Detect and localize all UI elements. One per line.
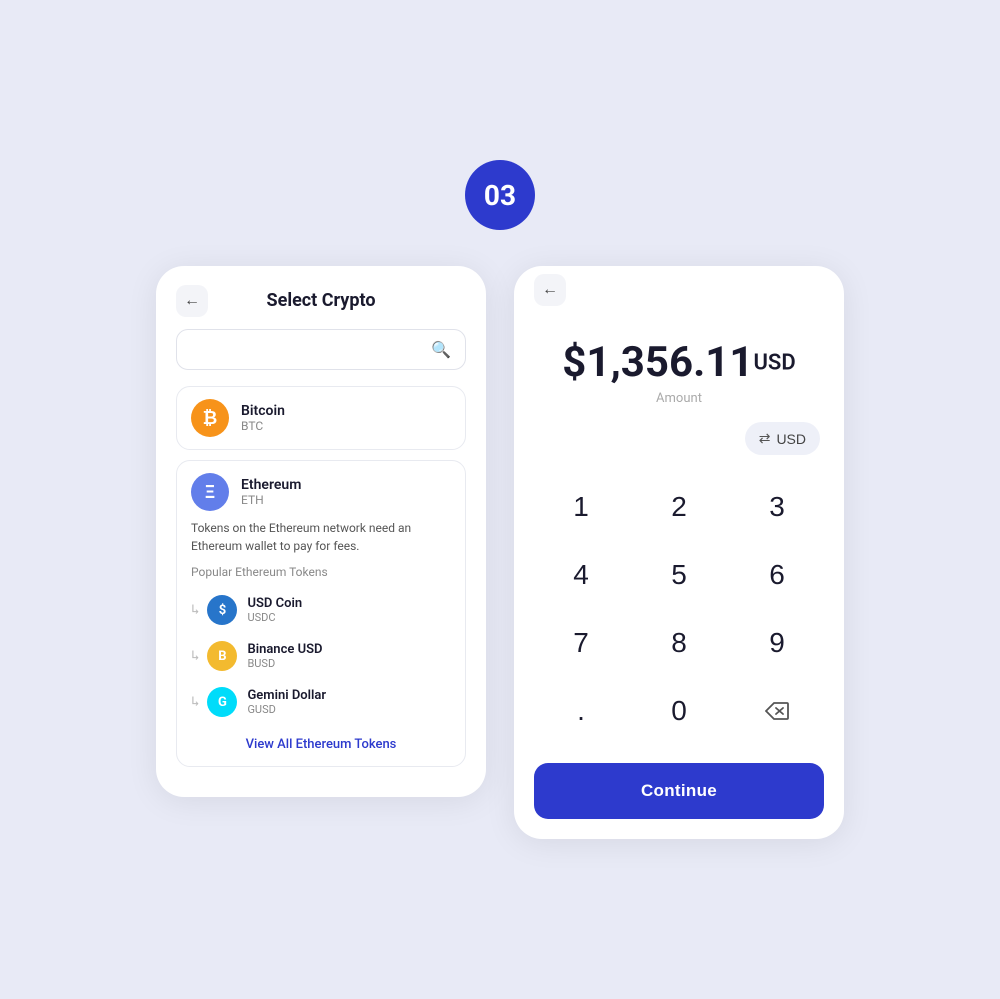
view-all-link[interactable]: View All Ethereum Tokens	[191, 737, 451, 752]
bitcoin-info: Bitcoin BTC	[241, 403, 285, 433]
step-badge: 03	[465, 160, 535, 230]
numpad: 1 2 3 4 5 6 7 8 9 . 0	[534, 475, 824, 743]
busd-info: Binance USD BUSD	[247, 642, 322, 670]
amount-card: ← $1,356.11USD Amount ⇄ USD 1 2 3 4 5 6 …	[514, 266, 844, 839]
gusd-icon: G	[207, 687, 237, 717]
numpad-9[interactable]: 9	[730, 611, 824, 675]
currency-toggle-row: ⇄ USD	[534, 422, 824, 455]
bitcoin-name: Bitcoin	[241, 403, 285, 419]
bitcoin-item[interactable]: ₿ Bitcoin BTC	[176, 386, 466, 450]
left-back-button[interactable]: ←	[176, 285, 208, 317]
numpad-dot[interactable]: .	[534, 679, 628, 743]
numpad-1[interactable]: 1	[534, 475, 628, 539]
left-back-arrow-icon: ←	[184, 292, 200, 310]
numpad-4[interactable]: 4	[534, 543, 628, 607]
gusd-indent-icon: ↳	[191, 694, 199, 710]
right-back-arrow-icon: ←	[542, 281, 558, 299]
usdc-icon: $	[207, 595, 237, 625]
amount-label: Amount	[544, 391, 814, 406]
busd-indent-icon: ↳	[191, 648, 199, 664]
bitcoin-symbol: BTC	[241, 419, 285, 433]
currency-toggle-label: USD	[776, 431, 806, 447]
ethereum-name: Ethereum	[241, 477, 301, 493]
ethereum-description: Tokens on the Ethereum network need an E…	[191, 519, 451, 555]
ethereum-symbol: ETH	[241, 493, 301, 507]
search-box: 🔍	[176, 329, 466, 370]
usdc-indent-icon: ↳	[191, 602, 199, 618]
numpad-3[interactable]: 3	[730, 475, 824, 539]
search-input[interactable]	[191, 342, 431, 358]
usdc-token-item[interactable]: ↳ $ USD Coin USDC	[191, 587, 451, 633]
popular-label: Popular Ethereum Tokens	[191, 565, 451, 579]
left-card-title: Select Crypto	[267, 290, 376, 311]
numpad-backspace[interactable]	[730, 679, 824, 743]
amount-value: $1,356.11	[562, 338, 753, 387]
ethereum-section: Ξ Ethereum ETH Tokens on the Ethereum ne…	[176, 460, 466, 767]
amount-value-row: $1,356.11USD	[544, 338, 814, 387]
numpad-7[interactable]: 7	[534, 611, 628, 675]
ethereum-icon: Ξ	[191, 473, 229, 511]
swap-icon: ⇄	[759, 430, 771, 447]
left-card-header: ← Select Crypto	[176, 290, 466, 311]
amount-display: $1,356.11USD Amount	[534, 308, 824, 422]
usdc-name: USD Coin	[247, 596, 302, 611]
search-icon: 🔍	[431, 340, 451, 359]
busd-symbol: BUSD	[247, 657, 322, 670]
numpad-2[interactable]: 2	[632, 475, 726, 539]
ethereum-top[interactable]: Ξ Ethereum ETH	[191, 473, 451, 511]
numpad-5[interactable]: 5	[632, 543, 726, 607]
busd-token-item[interactable]: ↳ B Binance USD BUSD	[191, 633, 451, 679]
bitcoin-icon: ₿	[191, 399, 229, 437]
gusd-name: Gemini Dollar	[247, 688, 326, 703]
busd-icon: B	[207, 641, 237, 671]
continue-button[interactable]: Continue	[534, 763, 824, 819]
ethereum-info: Ethereum ETH	[241, 477, 301, 507]
amount-currency: USD	[753, 351, 795, 376]
numpad-0[interactable]: 0	[632, 679, 726, 743]
gusd-symbol: GUSD	[247, 703, 326, 716]
usdc-symbol: USDC	[247, 611, 302, 624]
select-crypto-card: ← Select Crypto 🔍 ₿ Bitcoin BTC Ξ Ethere…	[156, 266, 486, 797]
usdc-info: USD Coin USDC	[247, 596, 302, 624]
gusd-token-item[interactable]: ↳ G Gemini Dollar GUSD	[191, 679, 451, 725]
numpad-8[interactable]: 8	[632, 611, 726, 675]
numpad-6[interactable]: 6	[730, 543, 824, 607]
currency-toggle-button[interactable]: ⇄ USD	[745, 422, 820, 455]
screens-container: ← Select Crypto 🔍 ₿ Bitcoin BTC Ξ Ethere…	[156, 266, 844, 839]
gusd-info: Gemini Dollar GUSD	[247, 688, 326, 716]
right-back-button[interactable]: ←	[534, 274, 566, 306]
busd-name: Binance USD	[247, 642, 322, 657]
